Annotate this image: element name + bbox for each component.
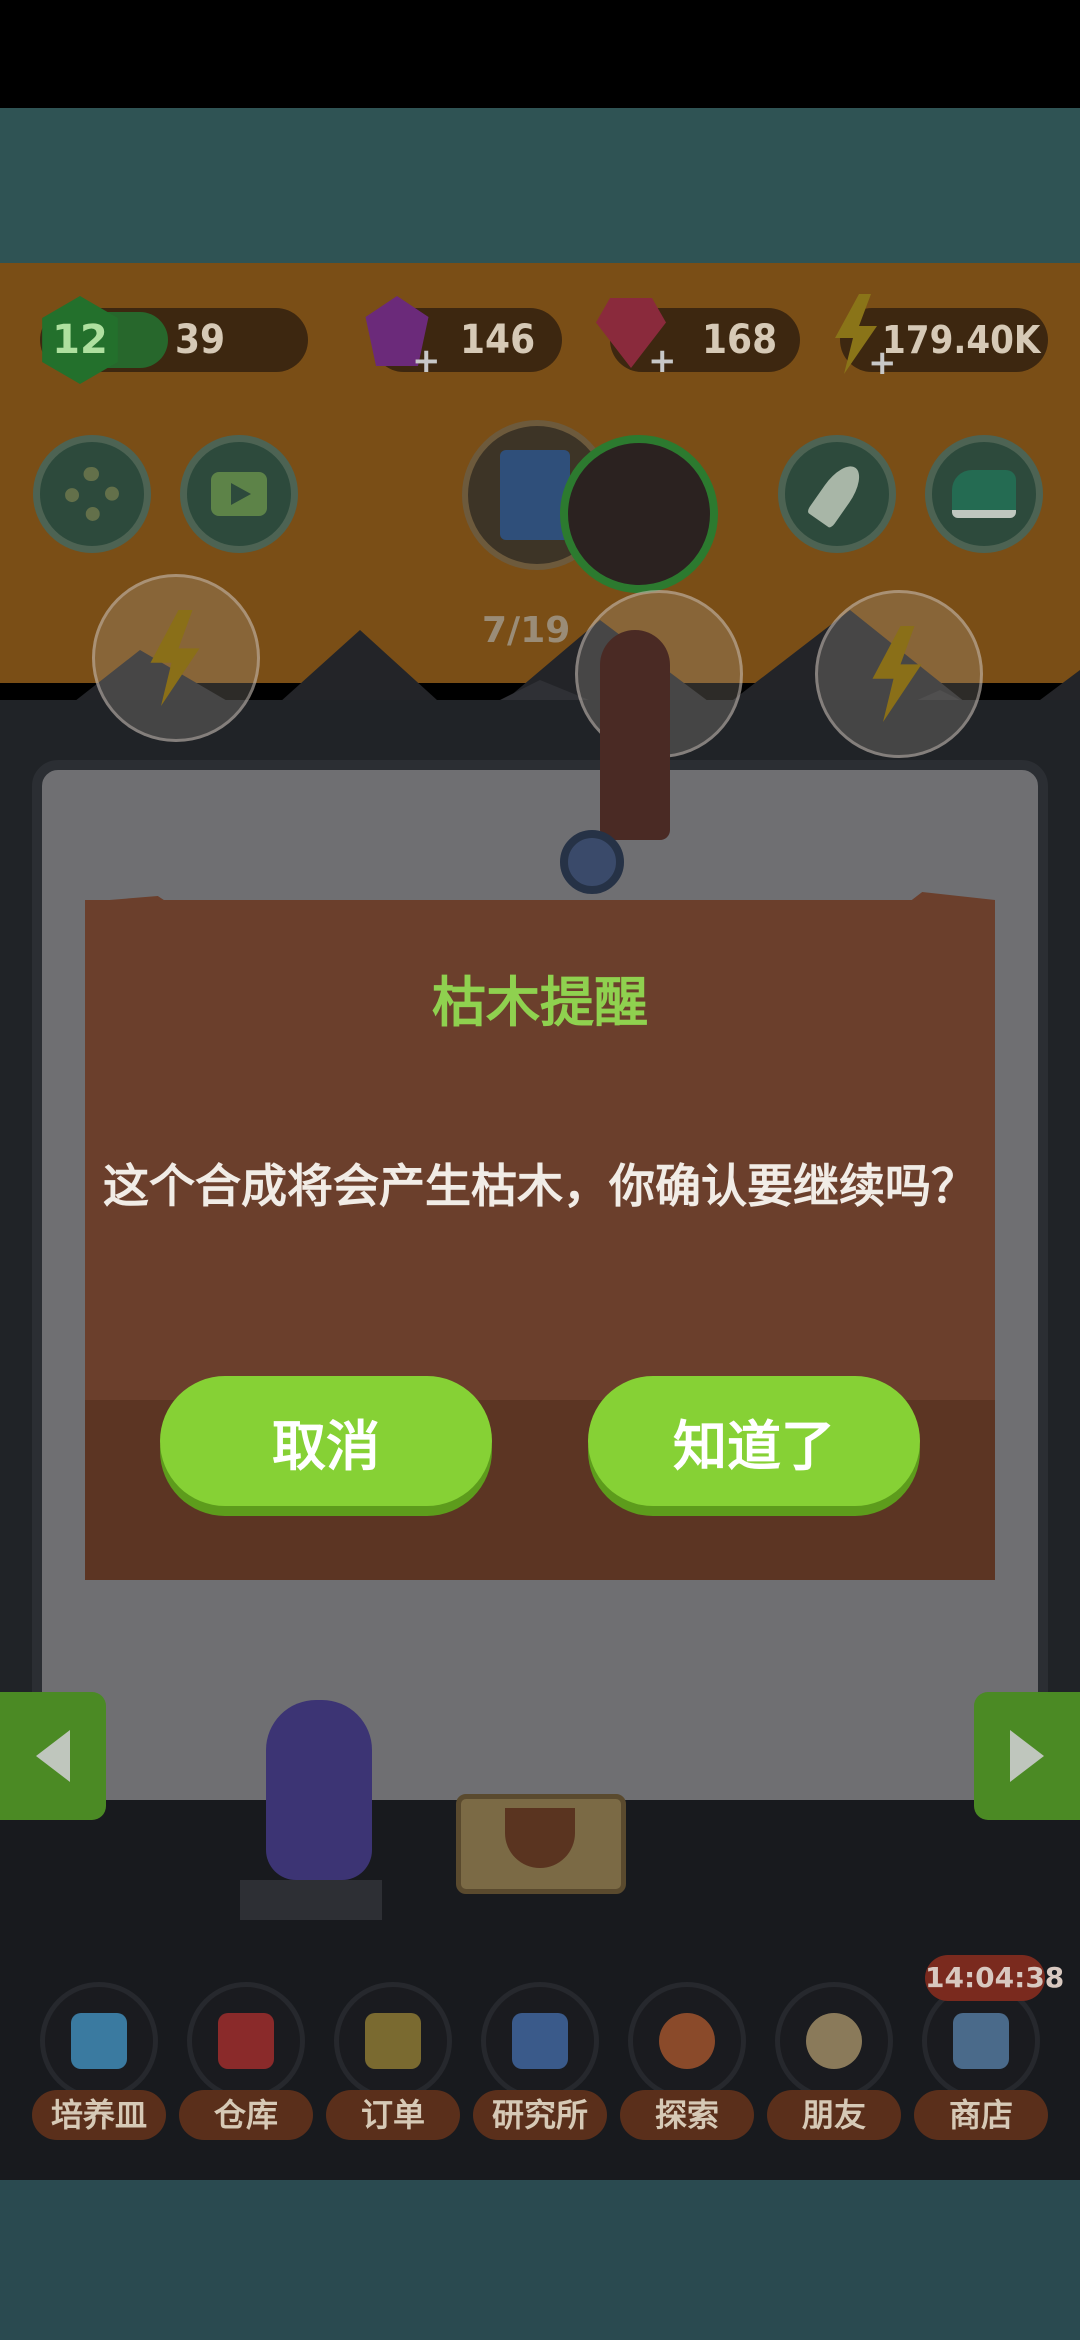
confirm-button[interactable]: 知道了 — [588, 1376, 920, 1506]
warehouse-icon — [218, 2013, 274, 2069]
rocket-icon — [806, 459, 868, 529]
book-icon — [500, 450, 570, 540]
purple-monster[interactable] — [266, 1700, 372, 1880]
dialog-title: 枯木提醒 — [432, 971, 648, 1034]
arrow-right-icon — [1010, 1730, 1044, 1782]
nav-label: 商店 — [914, 2090, 1048, 2140]
video-button[interactable] — [180, 435, 298, 553]
video-camera-icon — [211, 472, 267, 516]
nav-friends[interactable]: 朋友 — [767, 1982, 901, 2152]
red-gem-count: 168 — [702, 317, 778, 363]
nav-petri-dish[interactable]: 培养皿 — [32, 1982, 166, 2152]
nav-label: 探索 — [620, 2090, 754, 2140]
level-number: 12 — [52, 317, 108, 363]
dialog-message: 这个合成将会产生枯木，你确认要继续吗？ — [103, 1159, 977, 1213]
purple-gem-count: 146 — [460, 317, 536, 363]
nav-orders[interactable]: 订单 — [326, 1982, 460, 2152]
previous-board-button[interactable] — [0, 1692, 106, 1820]
nav-label: 仓库 — [179, 2090, 313, 2140]
energy-count: 179.40K — [882, 318, 1041, 362]
nav-label: 订单 — [326, 2090, 460, 2140]
nav-shop[interactable]: 商店 — [914, 1982, 1048, 2152]
rocket-button[interactable] — [778, 435, 896, 553]
add-red-gem-icon[interactable]: + — [648, 344, 677, 378]
gear-icon — [65, 467, 119, 521]
order-scroll-icon — [365, 2013, 421, 2069]
cancel-button[interactable]: 取消 — [160, 1376, 492, 1506]
nav-label: 研究所 — [473, 2090, 607, 2140]
eye-creature — [560, 830, 624, 894]
level-value: 39 — [175, 317, 226, 363]
nav-warehouse[interactable]: 仓库 — [179, 1982, 313, 2152]
nav-explore[interactable]: 探索 — [620, 1982, 754, 2152]
add-energy-icon[interactable]: + — [868, 346, 897, 380]
top-decor-background — [0, 108, 1080, 263]
add-purple-gem-icon[interactable]: + — [412, 344, 441, 378]
friends-icon — [806, 2013, 862, 2069]
arrow-left-icon — [36, 1730, 70, 1782]
nav-research[interactable]: 研究所 — [473, 1982, 607, 2152]
status-bar — [0, 0, 1080, 108]
petri-dish-icon — [71, 2013, 127, 2069]
dead-tree-target-icon — [560, 435, 718, 593]
nav-label: 朋友 — [767, 2090, 901, 2140]
settings-button[interactable] — [33, 435, 151, 553]
sneaker-button[interactable] — [925, 435, 1043, 553]
shop-timer-badge: 14:04:38 — [925, 1955, 1064, 2001]
nav-label: 培养皿 — [32, 2090, 166, 2140]
lab-flask-icon — [512, 2013, 568, 2069]
shop-icon — [953, 2013, 1009, 2069]
sneaker-icon — [952, 470, 1016, 518]
monster-pedestal — [240, 1880, 382, 1920]
next-board-button[interactable] — [974, 1692, 1080, 1820]
collection-progress: 7/19 — [482, 610, 571, 651]
sausage-plant — [600, 630, 670, 840]
bottom-decor-background — [0, 2180, 1080, 2340]
hot-air-balloon-icon — [659, 2013, 715, 2069]
